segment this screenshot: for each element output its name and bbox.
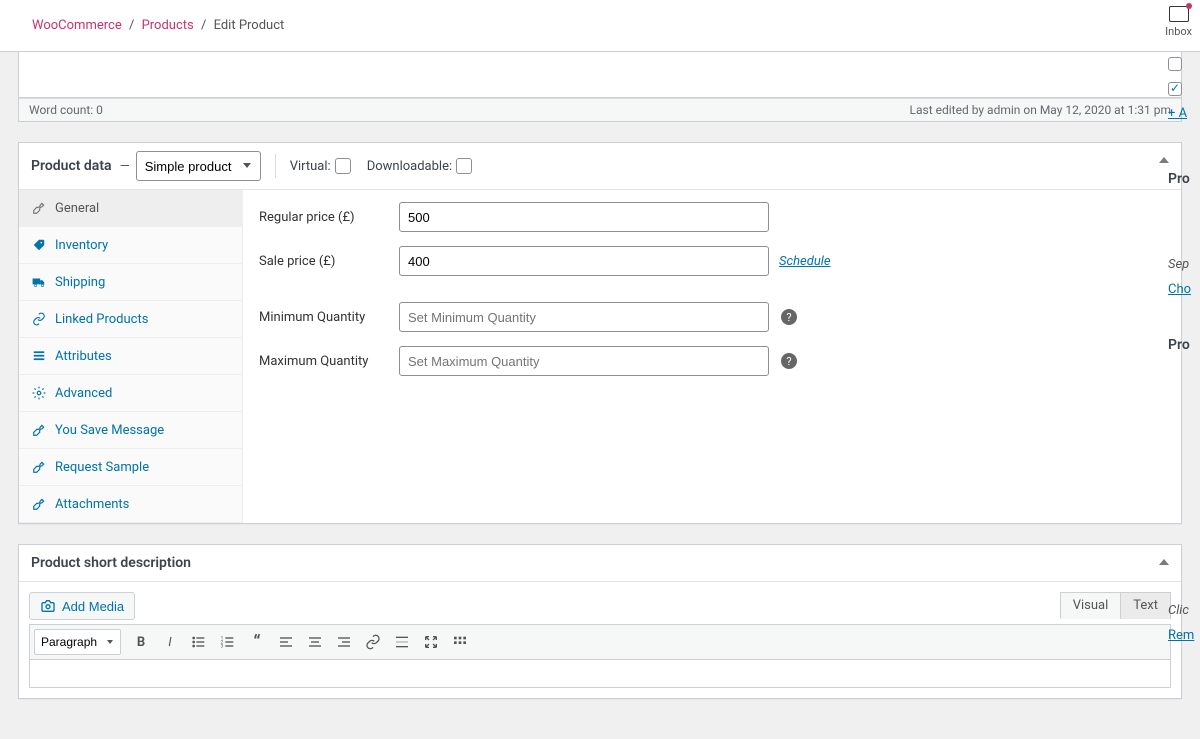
downloadable-label: Downloadable: <box>367 158 472 174</box>
read-more-button[interactable] <box>388 629 416 655</box>
toolbar-toggle-button[interactable] <box>446 629 474 655</box>
editor-tab-visual[interactable]: Visual <box>1060 592 1122 619</box>
short-description-box: Product short description Add Media Visu… <box>18 544 1182 699</box>
list-icon <box>31 348 47 364</box>
numbered-list-button[interactable]: 123 <box>214 629 242 655</box>
max-qty-input[interactable] <box>399 346 769 376</box>
breadcrumb-woocommerce[interactable]: WooCommerce <box>32 18 122 33</box>
product-data-tabs: General Inventory Shipping Linked Prod <box>19 190 243 523</box>
gear-icon <box>31 385 47 401</box>
svg-text:3: 3 <box>221 643 224 649</box>
checkbox-checked-icon[interactable] <box>1168 82 1182 96</box>
inbox-icon <box>1169 6 1189 22</box>
downloadable-checkbox[interactable] <box>456 158 472 174</box>
format-select[interactable]: Paragraph <box>34 629 121 655</box>
tab-you-save-message[interactable]: You Save Message <box>19 412 242 448</box>
editor-status-bar: Word count: 0 Last edited by admin on Ma… <box>18 98 1182 122</box>
schedule-link[interactable]: Schedule <box>779 254 831 269</box>
side-text: Clic <box>1168 603 1200 618</box>
product-data-title: Product data <box>31 158 112 174</box>
side-link-remove[interactable]: Rem <box>1168 628 1200 643</box>
virtual-checkbox[interactable] <box>335 158 351 174</box>
collapse-icon[interactable] <box>1159 157 1169 163</box>
link-icon <box>31 311 47 327</box>
wrench-icon <box>31 200 47 216</box>
bullet-list-button[interactable] <box>185 629 213 655</box>
side-link-add[interactable]: + A <box>1168 106 1200 121</box>
tab-general[interactable]: General <box>19 190 242 226</box>
main-editor-area[interactable] <box>18 52 1182 98</box>
collapse-icon[interactable] <box>1159 559 1169 565</box>
link-button[interactable] <box>359 629 387 655</box>
virtual-label: Virtual: <box>290 158 351 174</box>
max-qty-label: Maximum Quantity <box>259 354 399 369</box>
align-left-button[interactable] <box>272 629 300 655</box>
bold-button[interactable]: B <box>127 629 155 655</box>
align-center-button[interactable] <box>301 629 329 655</box>
checkbox-icon[interactable] <box>1168 57 1182 71</box>
product-type-select[interactable]: Simple product <box>136 151 261 181</box>
word-count: Word count: 0 <box>29 103 103 117</box>
blockquote-button[interactable]: “ <box>243 629 271 655</box>
min-qty-label: Minimum Quantity <box>259 310 399 325</box>
wrench-icon <box>31 422 47 438</box>
align-right-button[interactable] <box>330 629 358 655</box>
italic-button[interactable]: I <box>156 629 184 655</box>
breadcrumb-products[interactable]: Products <box>142 18 194 33</box>
tab-linked-products[interactable]: Linked Products <box>19 301 242 337</box>
tab-attributes[interactable]: Attributes <box>19 338 242 374</box>
breadcrumb-bar: WooCommerce / Products / Edit Product In… <box>0 0 1200 52</box>
tab-request-sample[interactable]: Request Sample <box>19 449 242 485</box>
side-text: Sep <box>1168 257 1200 272</box>
inbox-label: Inbox <box>1165 25 1192 38</box>
side-link-choose[interactable]: Cho <box>1168 282 1200 297</box>
inbox-button[interactable]: Inbox <box>1165 6 1192 38</box>
truck-icon <box>31 274 47 290</box>
general-panel: Regular price (£) Sale price (£) Schedul… <box>243 190 1181 523</box>
wrench-icon <box>31 496 47 512</box>
add-media-button[interactable]: Add Media <box>29 592 135 620</box>
tag-icon <box>31 237 47 253</box>
tab-advanced[interactable]: Advanced <box>19 375 242 411</box>
min-qty-input[interactable] <box>399 302 769 332</box>
tab-inventory[interactable]: Inventory <box>19 227 242 263</box>
side-heading: Pro <box>1168 329 1190 361</box>
tab-shipping[interactable]: Shipping <box>19 264 242 300</box>
fullscreen-button[interactable] <box>417 629 445 655</box>
tab-attachments[interactable]: Attachments <box>19 486 242 522</box>
product-data-header: Product data — Simple product Virtual: D… <box>19 143 1181 190</box>
last-edited: Last edited by admin on May 12, 2020 at … <box>910 103 1171 117</box>
product-data-box: Product data — Simple product Virtual: D… <box>18 142 1182 524</box>
editor-toolbar: Paragraph B I 123 “ <box>29 624 1171 660</box>
wrench-icon <box>31 459 47 475</box>
help-icon[interactable]: ? <box>781 353 797 369</box>
breadcrumb: WooCommerce / Products / Edit Product <box>32 18 284 33</box>
breadcrumb-current: Edit Product <box>214 18 285 33</box>
media-icon <box>40 598 56 614</box>
sale-price-input[interactable] <box>399 246 769 276</box>
regular-price-label: Regular price (£) <box>259 210 399 225</box>
help-icon[interactable]: ? <box>781 309 797 325</box>
short-description-header: Product short description <box>19 545 1181 582</box>
sale-price-label: Sale price (£) <box>259 254 399 269</box>
regular-price-input[interactable] <box>399 202 769 232</box>
